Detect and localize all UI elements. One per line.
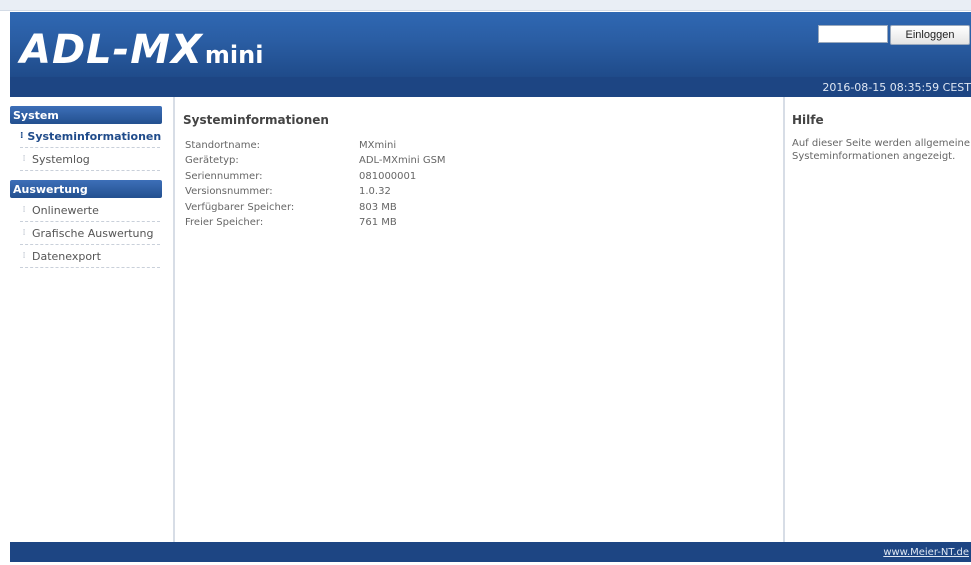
logo-main-text: ADL-MX: [20, 27, 203, 73]
bullet-icon: ⁞: [22, 205, 26, 215]
sidebar-section-system: System: [10, 106, 162, 124]
info-label: Gerätetyp:: [185, 155, 239, 166]
sidebar-item-label: Grafische Auswertung: [32, 226, 154, 240]
footer: www.Meier-NT.de: [10, 542, 971, 562]
info-value: ADL-MXmini GSM: [359, 155, 446, 166]
sidebar-section-auswertung: Auswertung: [10, 180, 162, 198]
sidebar-item-onlinewerte[interactable]: ⁞ Onlinewerte: [20, 199, 160, 222]
datetime-bar: 2016-08-15 08:35:59 CEST: [10, 77, 971, 97]
sidebar-item-datenexport[interactable]: ⁞ Datenexport: [20, 245, 160, 268]
sidebar-item-label: Systeminformationen: [27, 129, 162, 143]
sidebar-item-label: Onlinewerte: [32, 203, 99, 217]
info-row-verfuegbarer-speicher: Verfügbarer Speicher: 803 MB: [185, 202, 745, 218]
datetime-display: 2016-08-15 08:35:59 CEST: [822, 80, 971, 94]
footer-link[interactable]: www.Meier-NT.de: [883, 547, 969, 558]
bullet-icon: ⁞: [22, 154, 26, 164]
main-content: Systeminformationen Standortname: MXmini…: [175, 97, 783, 542]
sidebar-item-label: Datenexport: [32, 249, 101, 263]
bullet-icon: ⁞: [22, 251, 26, 261]
info-label: Standortname:: [185, 140, 260, 151]
info-value: 803 MB: [359, 202, 397, 213]
sidebar-item-grafische-auswertung[interactable]: ⁞ Grafische Auswertung: [20, 222, 160, 245]
info-value: MXmini: [359, 140, 397, 151]
info-row-freier-speicher: Freier Speicher: 761 MB: [185, 217, 745, 233]
info-row-versionsnummer: Versionsnummer: 1.0.32: [185, 186, 745, 202]
help-panel: Hilfe Auf dieser Seite werden allgemeine…: [785, 97, 971, 542]
bullet-icon: ⁞: [20, 131, 24, 141]
bullet-icon: ⁞: [22, 228, 26, 238]
info-row-standortname: Standortname: MXmini: [185, 140, 745, 156]
login-input[interactable]: [818, 25, 888, 43]
adl-mx-mini-logo: ADL-MX mini: [20, 20, 263, 72]
help-text: Auf dieser Seite werden allgemeine Syste…: [792, 138, 970, 162]
logo-sub-text: mini: [204, 41, 264, 69]
info-row-seriennummer: Seriennummer: 081000001: [185, 171, 745, 187]
info-label: Seriennummer:: [185, 171, 263, 182]
help-title: Hilfe: [792, 113, 824, 127]
info-value: 1.0.32: [359, 186, 391, 197]
info-label: Versionsnummer:: [185, 186, 273, 197]
sidebar-item-systeminformationen[interactable]: ⁞ Systeminformationen: [20, 125, 162, 148]
info-label: Verfügbarer Speicher:: [185, 202, 295, 213]
info-row-geraetetyp: Gerätetyp: ADL-MXmini GSM: [185, 155, 745, 171]
browser-top-strip: [0, 0, 971, 11]
sidebar-item-label: Systemlog: [32, 152, 90, 166]
sidebar: System ⁞ Systeminformationen ⁞ Systemlog…: [10, 97, 173, 542]
header-banner: ADL-MX mini Einloggen: [10, 12, 971, 77]
info-label: Freier Speicher:: [185, 217, 264, 228]
page-title: Systeminformationen: [183, 113, 329, 127]
login-button[interactable]: Einloggen: [890, 25, 970, 45]
sidebar-item-systemlog[interactable]: ⁞ Systemlog: [20, 148, 160, 171]
info-value: 761 MB: [359, 217, 397, 228]
info-value: 081000001: [359, 171, 417, 182]
